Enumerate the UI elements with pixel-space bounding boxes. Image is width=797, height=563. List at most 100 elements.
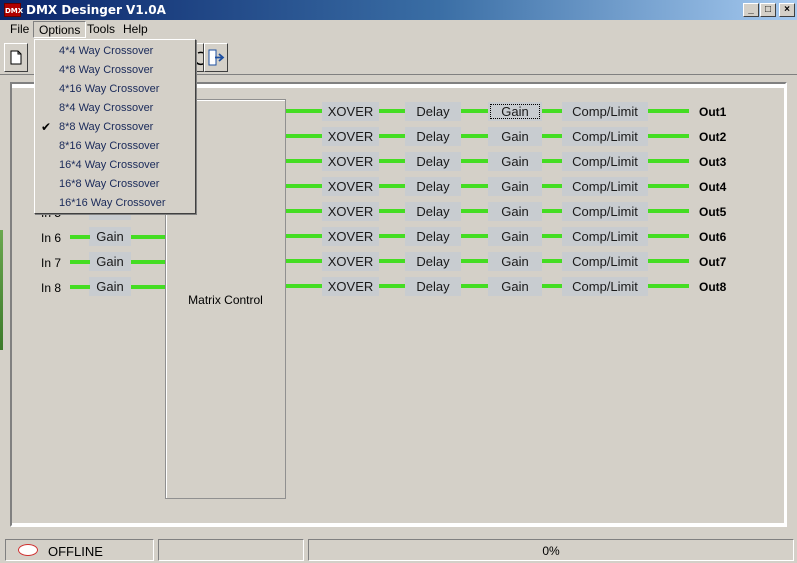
menu-tools[interactable]: Tools [82, 21, 120, 38]
xover-button-3[interactable]: XOVER [322, 152, 379, 171]
menu-item-label: 8*8 Way Crossover [59, 121, 154, 133]
menu-item-4x4-crossover[interactable]: 4*4 Way Crossover [35, 42, 195, 61]
xover-button-8[interactable]: XOVER [322, 277, 379, 296]
output-label-7: Out7 [699, 255, 727, 269]
new-file-icon [10, 50, 22, 65]
app-logo-icon: DMX [4, 3, 23, 17]
title-bar: DMX DMX Desinger V1.0A _ □ × [0, 0, 797, 20]
delay-button-6[interactable]: Delay [405, 227, 461, 246]
output-gain-button-1[interactable]: Gain [488, 102, 542, 121]
new-file-button[interactable] [4, 43, 28, 72]
output-gain-button-6[interactable]: Gain [488, 227, 542, 246]
xover-button-4[interactable]: XOVER [322, 177, 379, 196]
menu-item-label: 16*4 Way Crossover [59, 159, 160, 171]
menu-options[interactable]: Options [33, 21, 87, 38]
comp-limit-button-6[interactable]: Comp/Limit [562, 227, 648, 246]
output-gain-button-5[interactable]: Gain [488, 202, 542, 221]
status-panel-empty [158, 539, 304, 561]
signal-line [542, 159, 562, 163]
output-gain-button-8[interactable]: Gain [488, 277, 542, 296]
signal-line [379, 134, 405, 138]
signal-line [461, 284, 488, 288]
delay-button-8[interactable]: Delay [405, 277, 461, 296]
comp-limit-button-1[interactable]: Comp/Limit [562, 102, 648, 121]
signal-line [542, 209, 562, 213]
input-gain-8[interactable]: Gain [89, 277, 131, 296]
menu-item-16x8-crossover[interactable]: 16*8 Way Crossover [35, 175, 195, 194]
delay-button-3[interactable]: Delay [405, 152, 461, 171]
comp-limit-button-4[interactable]: Comp/Limit [562, 177, 648, 196]
menu-item-label: 8*4 Way Crossover [59, 102, 154, 114]
signal-line [379, 284, 405, 288]
xover-button-1[interactable]: XOVER [322, 102, 379, 121]
signal-line [461, 209, 488, 213]
xover-button-2[interactable]: XOVER [322, 127, 379, 146]
signal-line [542, 259, 562, 263]
output-gain-button-2[interactable]: Gain [488, 127, 542, 146]
signal-line [648, 284, 689, 288]
menu-item-label: 16*16 Way Crossover [59, 197, 166, 209]
menu-item-label: 4*8 Way Crossover [59, 64, 154, 76]
comp-limit-button-5[interactable]: Comp/Limit [562, 202, 648, 221]
delay-button-5[interactable]: Delay [405, 202, 461, 221]
menu-item-8x16-crossover[interactable]: 8*16 Way Crossover [35, 137, 195, 156]
options-dropdown-menu: 4*4 Way Crossover 4*8 Way Crossover 4*16… [34, 39, 196, 214]
comp-limit-button-8[interactable]: Comp/Limit [562, 277, 648, 296]
close-button[interactable]: × [779, 3, 795, 17]
minimize-button[interactable]: _ [743, 3, 759, 17]
menu-bar: File Options Tools Help [0, 20, 797, 39]
signal-line [542, 134, 562, 138]
signal-line [461, 109, 488, 113]
comp-limit-button-2[interactable]: Comp/Limit [562, 127, 648, 146]
delay-button-7[interactable]: Delay [405, 252, 461, 271]
menu-item-label: 8*16 Way Crossover [59, 140, 160, 152]
input-gain-6[interactable]: Gain [89, 227, 131, 246]
xover-button-7[interactable]: XOVER [322, 252, 379, 271]
matrix-control-label: Matrix Control [188, 293, 263, 307]
signal-line [542, 234, 562, 238]
signal-line [648, 134, 689, 138]
signal-line [286, 259, 323, 263]
output-label-6: Out6 [699, 230, 727, 244]
output-gain-button-3[interactable]: Gain [488, 152, 542, 171]
offline-indicator-icon [18, 544, 38, 556]
signal-line [286, 109, 323, 113]
signal-line [648, 209, 689, 213]
delay-button-1[interactable]: Delay [405, 102, 461, 121]
exit-icon [208, 49, 225, 66]
comp-limit-button-7[interactable]: Comp/Limit [562, 252, 648, 271]
signal-line [379, 209, 405, 213]
signal-line [648, 109, 689, 113]
signal-line [648, 259, 689, 263]
menu-item-4x8-crossover[interactable]: 4*8 Way Crossover [35, 61, 195, 80]
signal-line [461, 134, 488, 138]
exit-button[interactable] [204, 43, 228, 72]
output-label-3: Out3 [699, 155, 727, 169]
signal-line [379, 159, 405, 163]
xover-button-6[interactable]: XOVER [322, 227, 379, 246]
menu-item-4x16-crossover[interactable]: 4*16 Way Crossover [35, 80, 195, 99]
maximize-button[interactable]: □ [760, 3, 776, 17]
signal-line [648, 159, 689, 163]
delay-button-2[interactable]: Delay [405, 127, 461, 146]
menu-item-16x4-crossover[interactable]: 16*4 Way Crossover [35, 156, 195, 175]
comp-limit-button-3[interactable]: Comp/Limit [562, 152, 648, 171]
xover-button-5[interactable]: XOVER [322, 202, 379, 221]
signal-line [379, 184, 405, 188]
checkmark-icon: ✔ [41, 120, 52, 134]
signal-line [131, 235, 165, 239]
input-gain-7[interactable]: Gain [89, 252, 131, 271]
signal-line [286, 284, 323, 288]
output-gain-button-4[interactable]: Gain [488, 177, 542, 196]
menu-item-8x4-crossover[interactable]: 8*4 Way Crossover [35, 99, 195, 118]
output-gain-button-7[interactable]: Gain [488, 252, 542, 271]
menu-item-8x8-crossover[interactable]: ✔ 8*8 Way Crossover [35, 118, 195, 137]
menu-file[interactable]: File [5, 21, 34, 38]
menu-item-label: 4*4 Way Crossover [59, 45, 154, 57]
menu-item-label: 4*16 Way Crossover [59, 83, 160, 95]
signal-line [70, 235, 90, 239]
signal-line [131, 260, 165, 264]
menu-help[interactable]: Help [118, 21, 153, 38]
delay-button-4[interactable]: Delay [405, 177, 461, 196]
menu-item-16x16-crossover[interactable]: 16*16 Way Crossover [35, 194, 195, 213]
